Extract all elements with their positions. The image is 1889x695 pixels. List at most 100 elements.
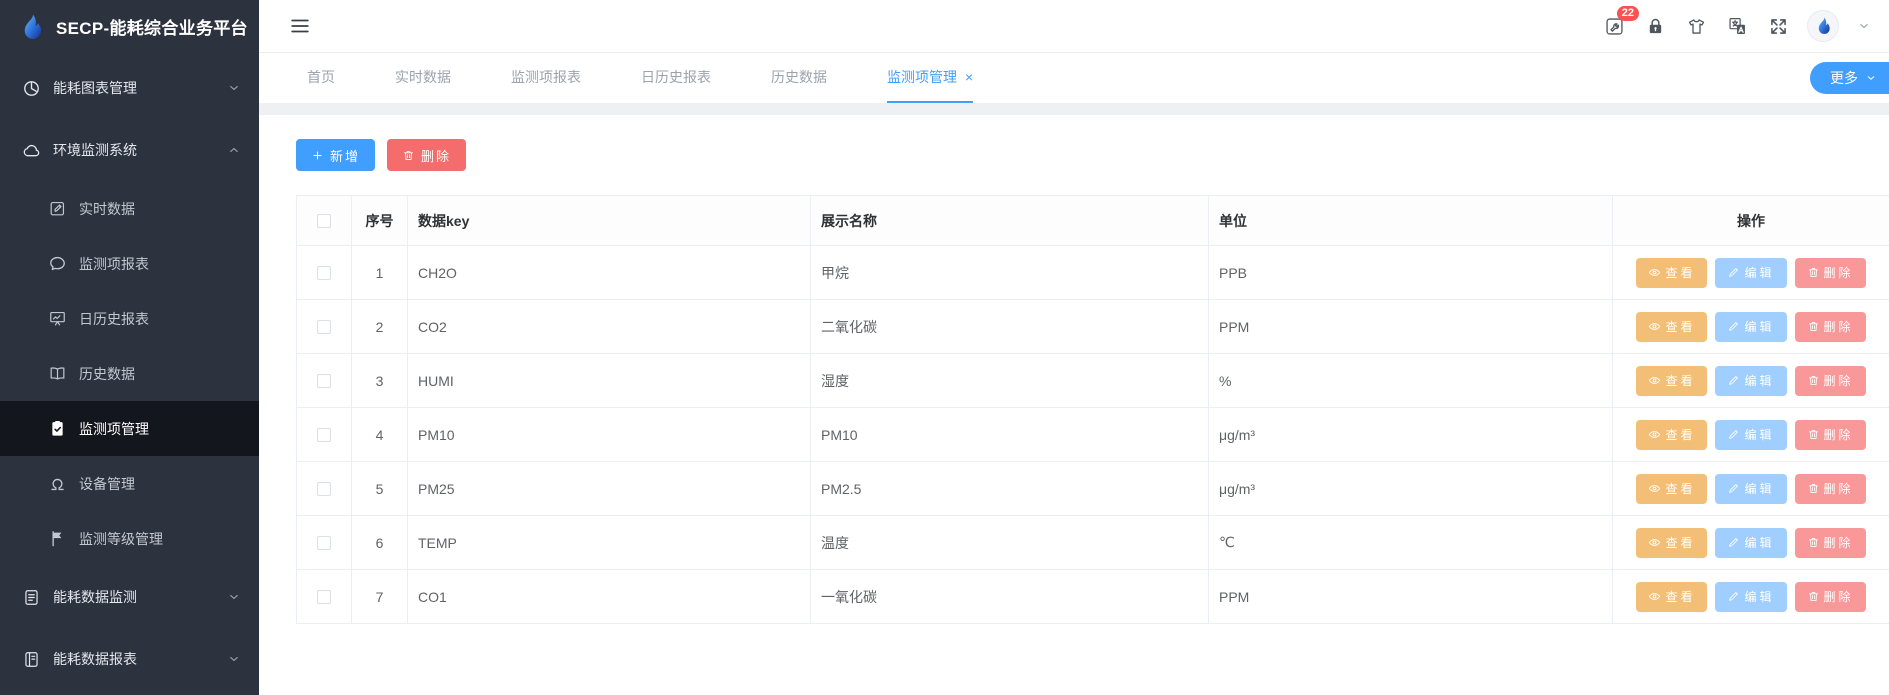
select-all-checkbox[interactable] — [317, 214, 331, 228]
row-checkbox[interactable] — [317, 536, 331, 550]
hamburger-menu-icon[interactable] — [289, 15, 311, 37]
avatar-flame-icon — [1813, 16, 1833, 36]
tab-home[interactable]: 首页 — [307, 53, 335, 103]
sidebar-item-monitor-item-manage[interactable]: 监测项管理 — [0, 401, 259, 456]
cell-data-key: CH2O — [408, 246, 811, 299]
monitor-items-table: 序号 数据key 展示名称 单位 操作 1 CH2O 甲烷 PPB — [296, 195, 1889, 624]
view-button[interactable]: 查看 — [1636, 366, 1707, 396]
pen-icon — [1727, 320, 1740, 333]
flame-logo-icon — [16, 12, 46, 42]
row-delete-button[interactable]: 删除 — [1795, 582, 1866, 612]
eye-icon — [1648, 536, 1661, 549]
header-icon-button-service-tool[interactable]: 22 — [1604, 16, 1625, 37]
row-delete-button[interactable]: 删除 — [1795, 474, 1866, 504]
sidebar-item-label: 能耗图表管理 — [53, 78, 215, 98]
lock-icon — [1645, 16, 1666, 37]
row-checkbox[interactable] — [317, 374, 331, 388]
header-icon-button-language[interactable] — [1727, 16, 1748, 37]
cell-display-name: 湿度 — [811, 354, 1209, 407]
tab-label: 首页 — [307, 67, 335, 87]
header-icon-button-lock[interactable] — [1645, 16, 1666, 37]
table-row: 4 PM10 PM10 μg/m³ 查看 编辑 — [297, 408, 1889, 462]
tab-label: 实时数据 — [395, 67, 451, 87]
view-button[interactable]: 查看 — [1636, 528, 1707, 558]
pen-icon — [1727, 374, 1740, 387]
cell-index: 3 — [352, 354, 408, 407]
sidebar-item-monitor-item-report[interactable]: 监测项报表 — [0, 236, 259, 291]
row-checkbox[interactable] — [317, 482, 331, 496]
tab-daily-history-report[interactable]: 日历史报表 — [641, 53, 711, 103]
edit-button[interactable]: 编辑 — [1715, 582, 1786, 612]
view-button[interactable]: 查看 — [1636, 312, 1707, 342]
eye-icon — [1648, 590, 1661, 603]
sidebar-item-label: 监测项管理 — [79, 419, 241, 439]
tab-realtime-data[interactable]: 实时数据 — [395, 53, 451, 103]
row-delete-button[interactable]: 删除 — [1795, 258, 1866, 288]
sidebar-item-realtime-data[interactable]: 实时数据 — [0, 181, 259, 236]
view-button[interactable]: 查看 — [1636, 474, 1707, 504]
tabbar-divider — [259, 103, 1889, 115]
sidebar: SECP-能耗综合业务平台 能耗图表管理 环境监测系统 实时数据 — [0, 0, 259, 695]
top-header: 22 — [259, 0, 1889, 53]
cell-index: 4 — [352, 408, 408, 461]
trash-icon — [1807, 590, 1820, 603]
bulk-delete-button[interactable]: 删除 — [387, 139, 466, 171]
sidebar-item-history-data[interactable]: 历史数据 — [0, 346, 259, 401]
edit-button[interactable]: 编辑 — [1715, 366, 1786, 396]
table-row: 7 CO1 一氧化碳 PPM 查看 编辑 — [297, 570, 1889, 624]
view-button[interactable]: 查看 — [1636, 258, 1707, 288]
eye-icon — [1648, 482, 1661, 495]
header-icon-button-theme[interactable] — [1686, 16, 1707, 37]
chevron-down-icon — [1865, 72, 1877, 84]
user-menu-chevron-down-icon[interactable] — [1857, 19, 1871, 33]
row-checkbox[interactable] — [317, 428, 331, 442]
row-delete-button[interactable]: 删除 — [1795, 528, 1866, 558]
edit-button[interactable]: 编辑 — [1715, 474, 1786, 504]
eye-icon — [1648, 428, 1661, 441]
row-checkbox[interactable] — [317, 590, 331, 604]
tab-monitor-item-report[interactable]: 监测项报表 — [511, 53, 581, 103]
sidebar-item-label: 能耗数据报表 — [53, 649, 215, 669]
cell-index: 7 — [352, 570, 408, 623]
close-tab-icon[interactable]: × — [965, 70, 973, 84]
sidebar-item-label: 监测等级管理 — [79, 529, 241, 549]
row-checkbox[interactable] — [317, 320, 331, 334]
sidebar-item-label: 环境监测系统 — [53, 140, 215, 160]
trash-icon — [1807, 428, 1820, 441]
sidebar-item-energy-data-monitor[interactable]: 能耗数据监测 — [0, 566, 259, 628]
cell-unit: PPM — [1209, 300, 1613, 353]
cell-data-key: TEMP — [408, 516, 811, 569]
row-delete-button[interactable]: 删除 — [1795, 312, 1866, 342]
sidebar-menu: 能耗图表管理 环境监测系统 实时数据 监测项报表 — [0, 57, 259, 690]
sidebar-item-label: 日历史报表 — [79, 309, 241, 329]
sidebar-item-energy-data-report[interactable]: 能耗数据报表 — [0, 628, 259, 690]
sidebar-item-daily-history-report[interactable]: 日历史报表 — [0, 291, 259, 346]
view-button[interactable]: 查看 — [1636, 582, 1707, 612]
tab-monitor-item-manage[interactable]: 监测项管理 × — [887, 53, 973, 103]
edit-button[interactable]: 编辑 — [1715, 528, 1786, 558]
cell-index: 6 — [352, 516, 408, 569]
tab-history-data[interactable]: 历史数据 — [771, 53, 827, 103]
fullscreen-icon — [1768, 16, 1789, 37]
table-body: 1 CH2O 甲烷 PPB 查看 编辑 — [297, 246, 1889, 624]
sidebar-item-energy-chart-manage[interactable]: 能耗图表管理 — [0, 57, 259, 119]
edit-button[interactable]: 编辑 — [1715, 258, 1786, 288]
table-row: 2 CO2 二氧化碳 PPM 查看 编辑 — [297, 300, 1889, 354]
chevron-down-icon — [227, 652, 241, 666]
edit-button[interactable]: 编辑 — [1715, 420, 1786, 450]
user-avatar[interactable] — [1807, 10, 1839, 42]
table-row: 5 PM25 PM2.5 μg/m³ 查看 编辑 — [297, 462, 1889, 516]
tab-label: 历史数据 — [771, 67, 827, 87]
sidebar-item-env-monitor-system[interactable]: 环境监测系统 — [0, 119, 259, 181]
add-button[interactable]: 新增 — [296, 139, 375, 171]
edit-button[interactable]: 编辑 — [1715, 312, 1786, 342]
sidebar-item-device-manage[interactable]: 设备管理 — [0, 456, 259, 511]
view-button[interactable]: 查看 — [1636, 420, 1707, 450]
sidebar-item-monitor-level-manage[interactable]: 监测等级管理 — [0, 511, 259, 566]
row-delete-button[interactable]: 删除 — [1795, 420, 1866, 450]
header-icon-button-fullscreen[interactable] — [1768, 16, 1789, 37]
sidebar-item-label: 能耗数据监测 — [53, 587, 215, 607]
row-checkbox[interactable] — [317, 266, 331, 280]
row-delete-button[interactable]: 删除 — [1795, 366, 1866, 396]
more-button[interactable]: 更多 — [1810, 62, 1889, 94]
